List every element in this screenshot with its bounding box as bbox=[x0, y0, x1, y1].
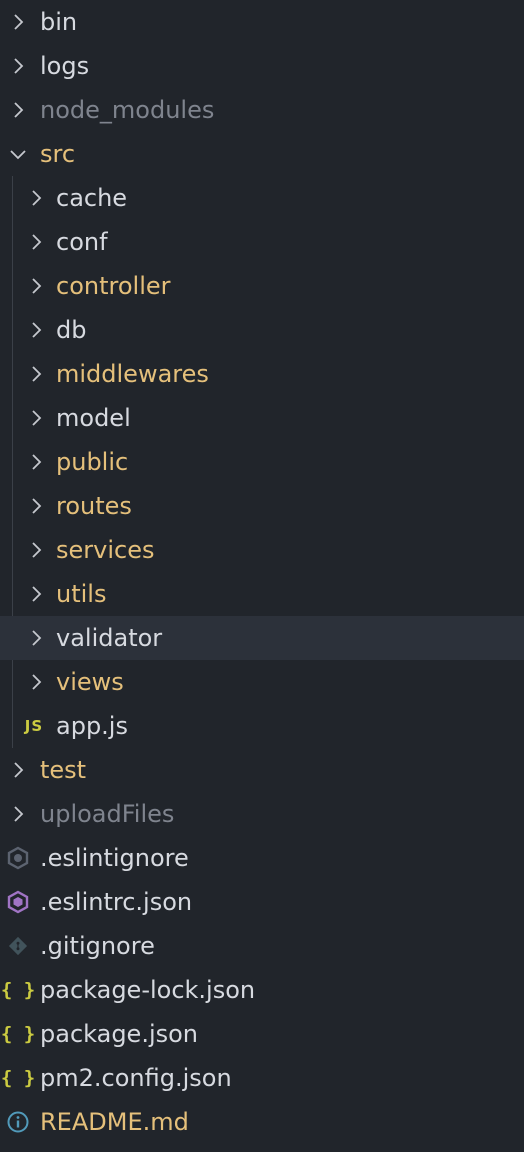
tree-item-label: utils bbox=[56, 580, 107, 608]
info-icon bbox=[4, 1108, 32, 1136]
javascript-icon: JS bbox=[24, 717, 44, 735]
eslint-ignore-icon bbox=[4, 844, 32, 872]
chevron-right-icon bbox=[24, 406, 48, 430]
eslint-icon bbox=[4, 888, 32, 916]
chevron-right-icon bbox=[6, 802, 30, 826]
tree-item-label: controller bbox=[56, 272, 171, 300]
tree-item-cache[interactable]: cache bbox=[0, 176, 524, 220]
chevron-right-icon bbox=[6, 98, 30, 122]
tree-item-uploadfiles[interactable]: uploadFiles bbox=[0, 792, 524, 836]
chevron-right-icon bbox=[24, 582, 48, 606]
tree-item-label: package-lock.json bbox=[40, 976, 256, 1004]
chevron-right-icon bbox=[24, 362, 48, 386]
tree-item-app-js[interactable]: JS app.js bbox=[0, 704, 524, 748]
tree-item-label: db bbox=[56, 316, 87, 344]
tree-item-label: conf bbox=[56, 228, 108, 256]
tree-item-label: logs bbox=[40, 52, 90, 80]
tree-item-label: uploadFiles bbox=[40, 800, 175, 828]
tree-item-services[interactable]: services bbox=[0, 528, 524, 572]
json-icon: { } bbox=[0, 1067, 36, 1089]
tree-item-public[interactable]: public bbox=[0, 440, 524, 484]
tree-item-label: .eslintignore bbox=[40, 844, 189, 872]
tree-item-views[interactable]: views bbox=[0, 660, 524, 704]
tree-item-label: node_modules bbox=[40, 96, 215, 124]
chevron-right-icon bbox=[24, 626, 48, 650]
tree-item-src[interactable]: src bbox=[0, 132, 524, 176]
tree-item-label: model bbox=[56, 404, 131, 432]
chevron-right-icon bbox=[24, 318, 48, 342]
chevron-right-icon bbox=[6, 54, 30, 78]
chevron-right-icon bbox=[6, 10, 30, 34]
tree-item-label: views bbox=[56, 668, 124, 696]
tree-item-label: src bbox=[40, 140, 76, 168]
tree-item-label: pm2.config.json bbox=[40, 1064, 232, 1092]
chevron-right-icon bbox=[24, 538, 48, 562]
chevron-right-icon bbox=[24, 494, 48, 518]
tree-item-label: .gitignore bbox=[40, 932, 155, 960]
tree-item-label: cache bbox=[56, 184, 128, 212]
tree-item-label: services bbox=[56, 536, 155, 564]
tree-item-label: middlewares bbox=[56, 360, 209, 388]
tree-item-eslintrc-json[interactable]: .eslintrc.json bbox=[0, 880, 524, 924]
tree-item-bin[interactable]: bin bbox=[0, 0, 524, 44]
chevron-right-icon bbox=[24, 186, 48, 210]
json-icon: { } bbox=[0, 1023, 36, 1045]
chevron-right-icon bbox=[24, 670, 48, 694]
tree-item-package-lock-json[interactable]: { } package-lock.json bbox=[0, 968, 524, 1012]
tree-item-label: validator bbox=[56, 624, 163, 652]
chevron-right-icon bbox=[24, 450, 48, 474]
chevron-right-icon bbox=[24, 274, 48, 298]
tree-item-logs[interactable]: logs bbox=[0, 44, 524, 88]
tree-item-validator[interactable]: validator bbox=[0, 616, 524, 660]
tree-item-label: bin bbox=[40, 8, 78, 36]
chevron-down-icon bbox=[6, 142, 30, 166]
tree-item-package-json[interactable]: { } package.json bbox=[0, 1012, 524, 1056]
tree-item-conf[interactable]: conf bbox=[0, 220, 524, 264]
tree-item-readme-md[interactable]: README.md bbox=[0, 1100, 524, 1144]
tree-item-label: test bbox=[40, 756, 87, 784]
tree-item-label: public bbox=[56, 448, 129, 476]
tree-item-pm2-config-json[interactable]: { } pm2.config.json bbox=[0, 1056, 524, 1100]
tree-item-db[interactable]: db bbox=[0, 308, 524, 352]
file-explorer-tree: bin logs node_modules src cache conf con… bbox=[0, 0, 524, 1152]
chevron-right-icon bbox=[24, 230, 48, 254]
tree-item-utils[interactable]: utils bbox=[0, 572, 524, 616]
tree-item-label: package.json bbox=[40, 1020, 199, 1048]
tree-item-middlewares[interactable]: middlewares bbox=[0, 352, 524, 396]
tree-item-node-modules[interactable]: node_modules bbox=[0, 88, 524, 132]
tree-item-controller[interactable]: controller bbox=[0, 264, 524, 308]
json-icon: { } bbox=[0, 979, 36, 1001]
tree-item-label: .eslintrc.json bbox=[40, 888, 193, 916]
tree-item-test[interactable]: test bbox=[0, 748, 524, 792]
tree-item-label: README.md bbox=[40, 1108, 189, 1136]
tree-item-label: routes bbox=[56, 492, 132, 520]
tree-item-model[interactable]: model bbox=[0, 396, 524, 440]
tree-item-label: app.js bbox=[56, 712, 128, 740]
tree-item-eslintignore[interactable]: .eslintignore bbox=[0, 836, 524, 880]
git-icon bbox=[4, 932, 32, 960]
tree-item-routes[interactable]: routes bbox=[0, 484, 524, 528]
tree-item-gitignore[interactable]: .gitignore bbox=[0, 924, 524, 968]
chevron-right-icon bbox=[6, 758, 30, 782]
